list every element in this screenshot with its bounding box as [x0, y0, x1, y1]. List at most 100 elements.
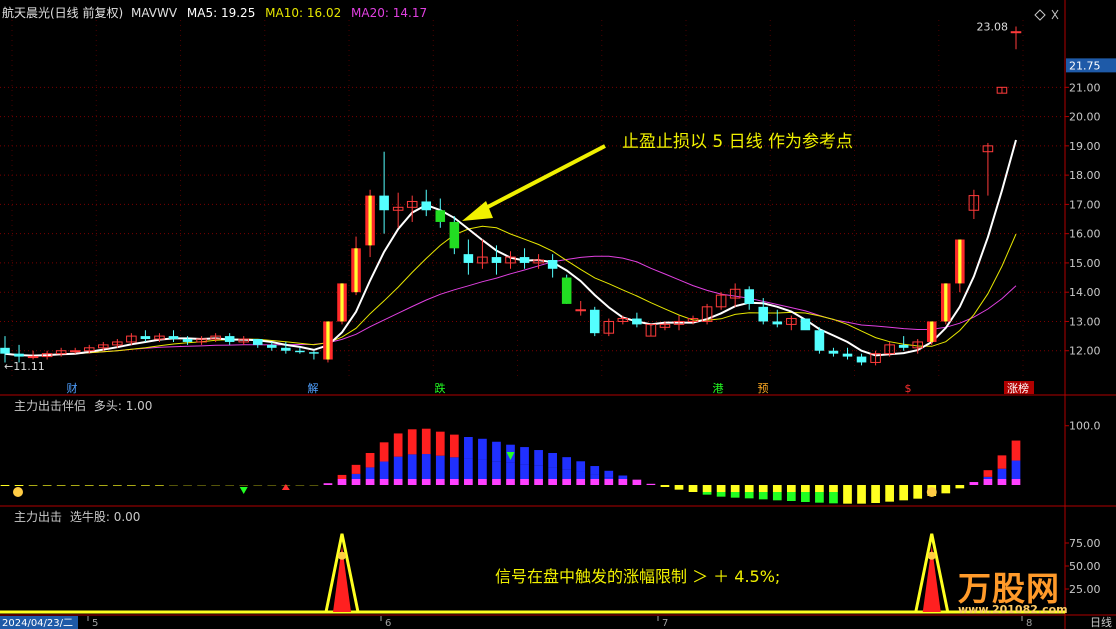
candle-body-accent — [958, 239, 962, 284]
sub1-axis-label: 100.0 — [1069, 420, 1101, 433]
candle-body — [842, 353, 853, 357]
sub1-dollar-icon — [926, 487, 937, 497]
sub2-spike-marker — [338, 551, 346, 560]
sub1-bar-mid — [365, 467, 375, 479]
annotation-main: 止盈止损以 5 日线 作为参考点 — [622, 132, 854, 152]
sub1-bar-neg — [758, 485, 768, 492]
candle-body — [463, 254, 474, 263]
candle-body — [182, 339, 193, 342]
candle-body — [491, 257, 502, 263]
candle-body-accent — [340, 283, 344, 322]
candle-body — [744, 289, 754, 304]
sub1-bar-mid — [562, 469, 572, 479]
sub1-bar-mid — [351, 473, 361, 479]
candle-body — [379, 195, 389, 211]
sub1-bar-base — [590, 479, 600, 485]
ma20-value: MA20: 14.17 — [351, 6, 428, 20]
sub1-bar-neg-low — [885, 492, 894, 502]
sub1-bar-top — [492, 441, 501, 462]
watermark-url: www.201082.com — [958, 603, 1068, 616]
sub1-bar-neg — [730, 485, 740, 492]
sub1-bar-neg-low — [857, 492, 866, 504]
sub1-bar-mid — [421, 454, 431, 479]
sub1-bar-mid — [464, 458, 473, 479]
stock-chart[interactable]: 21.00 20.00 19.00 18.00 17.00 16.00 15.00 14.00… — [0, 0, 1116, 629]
sub1-bar-base — [379, 479, 389, 485]
sub2-axis-label: 25.00 — [1069, 583, 1101, 596]
sub1-bar-mid — [548, 467, 557, 479]
sub1-bar-neg — [141, 485, 150, 486]
indicator-name[interactable]: MAVWV — [131, 6, 177, 20]
candle-body-accent — [930, 321, 934, 342]
price-tick-label: 20.00 — [1069, 111, 1101, 124]
candle-body-accent — [944, 283, 948, 322]
sub1-bar-neg-low — [772, 492, 782, 501]
sub1-bar-neg — [871, 485, 880, 492]
sub1-bar-base — [407, 479, 417, 485]
event-marker: 预 — [758, 382, 769, 395]
sub1-bar-neg-low — [730, 492, 740, 498]
price-tick-label: 12.00 — [1069, 345, 1101, 358]
sub1-bar-neg-low — [871, 492, 880, 503]
sub1-bar-neg — [815, 485, 824, 492]
candle-body — [224, 336, 235, 342]
sub1-bar-neg — [0, 485, 10, 486]
sub1-bar-base — [562, 479, 572, 485]
sub1-bar-top — [351, 464, 361, 474]
sub1-bar-mid — [506, 462, 515, 479]
sub1-bar-neg — [857, 485, 866, 492]
sub1-bar-top — [379, 442, 389, 462]
sub1-bar-base — [337, 479, 347, 485]
sub1-bar-base — [520, 479, 529, 485]
stock-name[interactable]: 航天晨光(日线 前复权) — [2, 6, 123, 20]
candle-body — [561, 277, 572, 304]
current-price-label: 21.75 — [1069, 59, 1101, 72]
sub1-bar-neg — [885, 485, 894, 492]
sub1-bar-top — [576, 461, 586, 472]
sub2-axis-label: 75.00 — [1069, 537, 1101, 550]
sub1-bar-neg — [801, 485, 810, 492]
candle-body — [281, 347, 291, 351]
main-header: 航天晨光(日线 前复权) MAVWV MA5: 19.25 MA10: 16.0… — [2, 6, 427, 20]
sub2-axis-label: 50.00 — [1069, 560, 1101, 573]
sub1-name[interactable]: 主力出击伴侣 — [14, 399, 86, 413]
sub1-bar-mid — [590, 474, 600, 479]
sub1-bar-base — [646, 483, 656, 485]
sub1-bar-neg — [127, 485, 136, 486]
diamond-icon — [1034, 9, 1046, 21]
candle-body — [435, 210, 446, 222]
sub1-bar-base — [393, 479, 403, 485]
sub1-bar-mid — [393, 456, 403, 479]
sub1-bar-neg — [843, 485, 852, 492]
sub1-bar-neg-low — [913, 492, 923, 499]
sub1-bar-base — [351, 479, 361, 485]
month-label: 8 — [1026, 618, 1032, 629]
ma5-value: MA5: 19.25 — [186, 6, 256, 20]
sub1-bar-neg-low — [758, 492, 768, 500]
sub1-bar-top — [604, 470, 614, 478]
month-label: 5 — [92, 618, 98, 629]
event-marker: 港 — [713, 382, 724, 395]
candle-body-accent — [354, 248, 358, 293]
sub1-bar-top — [435, 431, 445, 456]
sub1-bar-top — [478, 438, 487, 460]
price-tick-label: 18.00 — [1069, 169, 1101, 182]
date-start-label: 2024/04/23/二 — [2, 618, 73, 629]
sub1-bar-neg — [899, 485, 909, 492]
candle-body — [814, 330, 825, 351]
candle-body — [140, 336, 151, 340]
sub1-bar-mid — [449, 457, 459, 479]
price-tick-label: 14.00 — [1069, 286, 1101, 299]
sub2-name[interactable]: 主力出击 — [14, 510, 62, 524]
candle-body — [0, 347, 10, 354]
annotation-bottom: 信号在盘中触发的涨幅限制 ＞ ＋ 4.5%; — [495, 567, 781, 586]
sub1-bar-top — [983, 470, 993, 477]
sub1-bar-top — [562, 457, 572, 470]
candle-body — [758, 306, 769, 322]
sub1-bar-neg-low — [716, 492, 726, 497]
candle-body — [547, 260, 558, 269]
sub1-bar-top — [548, 453, 557, 468]
sub1-bar-top — [464, 437, 473, 459]
candle-body — [309, 352, 319, 354]
sub1-bar-neg — [716, 485, 726, 492]
